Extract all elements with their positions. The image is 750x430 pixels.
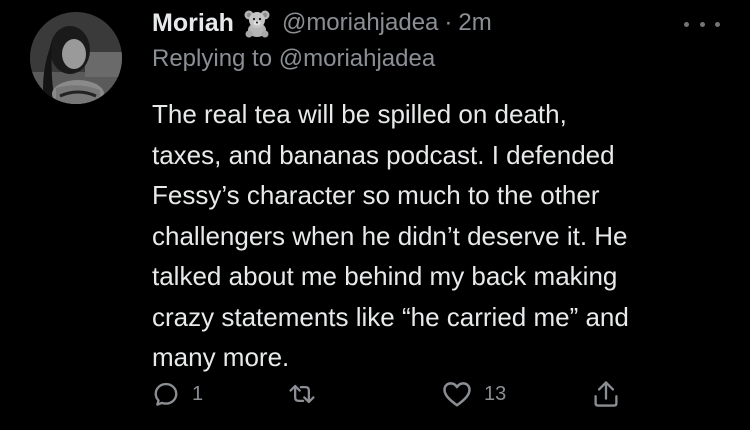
heart-icon xyxy=(443,382,471,407)
tweet-text-line: The real tea will be spilled on death, xyxy=(152,99,567,129)
retweet-icon xyxy=(289,384,315,404)
replying-to-handle[interactable]: @moriahjadea xyxy=(279,45,435,72)
more-horizontal-icon xyxy=(715,21,720,27)
reply-count: 1 xyxy=(192,382,204,405)
replying-to-label: Replying to xyxy=(152,45,273,72)
share-icon xyxy=(594,381,618,407)
meta-separator: · xyxy=(444,9,453,36)
retweet-button[interactable] xyxy=(286,374,330,414)
tweet-text-line: taxes, and bananas podcast. I defended xyxy=(152,139,615,170)
more-options-button[interactable] xyxy=(684,14,720,34)
teddy-bear-icon xyxy=(242,8,272,38)
more-horizontal-icon xyxy=(699,21,705,27)
replying-to: Replying to @moriahjadea xyxy=(152,45,435,73)
more-horizontal-icon xyxy=(684,21,689,27)
action-bar: 1 13 xyxy=(150,374,630,414)
avatar[interactable] xyxy=(30,12,122,104)
like-count: 13 xyxy=(484,382,507,405)
tweet-text-line: talked about me behind my back making xyxy=(152,261,618,291)
tweet-text-line: Fessy’s character so much to the other xyxy=(152,180,600,210)
tweet-text-line: many more. xyxy=(152,342,290,372)
tweet[interactable]: Moriah @moriahjadea · 2m Replying to @mo… xyxy=(0,0,750,430)
timestamp[interactable]: 2m xyxy=(458,9,491,37)
avatar-image xyxy=(30,12,122,104)
display-name[interactable]: Moriah xyxy=(152,9,234,38)
author-handle[interactable]: @moriahjadea xyxy=(282,9,438,37)
tweet-text-line: challengers when he didn’t deserve it. H… xyxy=(152,220,628,251)
reply-button[interactable]: 1 xyxy=(152,374,203,414)
tweet-text-line: crazy statements like “he carried me” an… xyxy=(152,301,629,332)
tweet-text: The real tea will be spilled on death, t… xyxy=(152,94,732,378)
like-button[interactable]: 13 xyxy=(442,374,506,414)
tweet-header: Moriah @moriahjadea · 2m xyxy=(152,6,492,40)
share-button[interactable] xyxy=(592,374,620,414)
reply-icon xyxy=(154,382,178,406)
